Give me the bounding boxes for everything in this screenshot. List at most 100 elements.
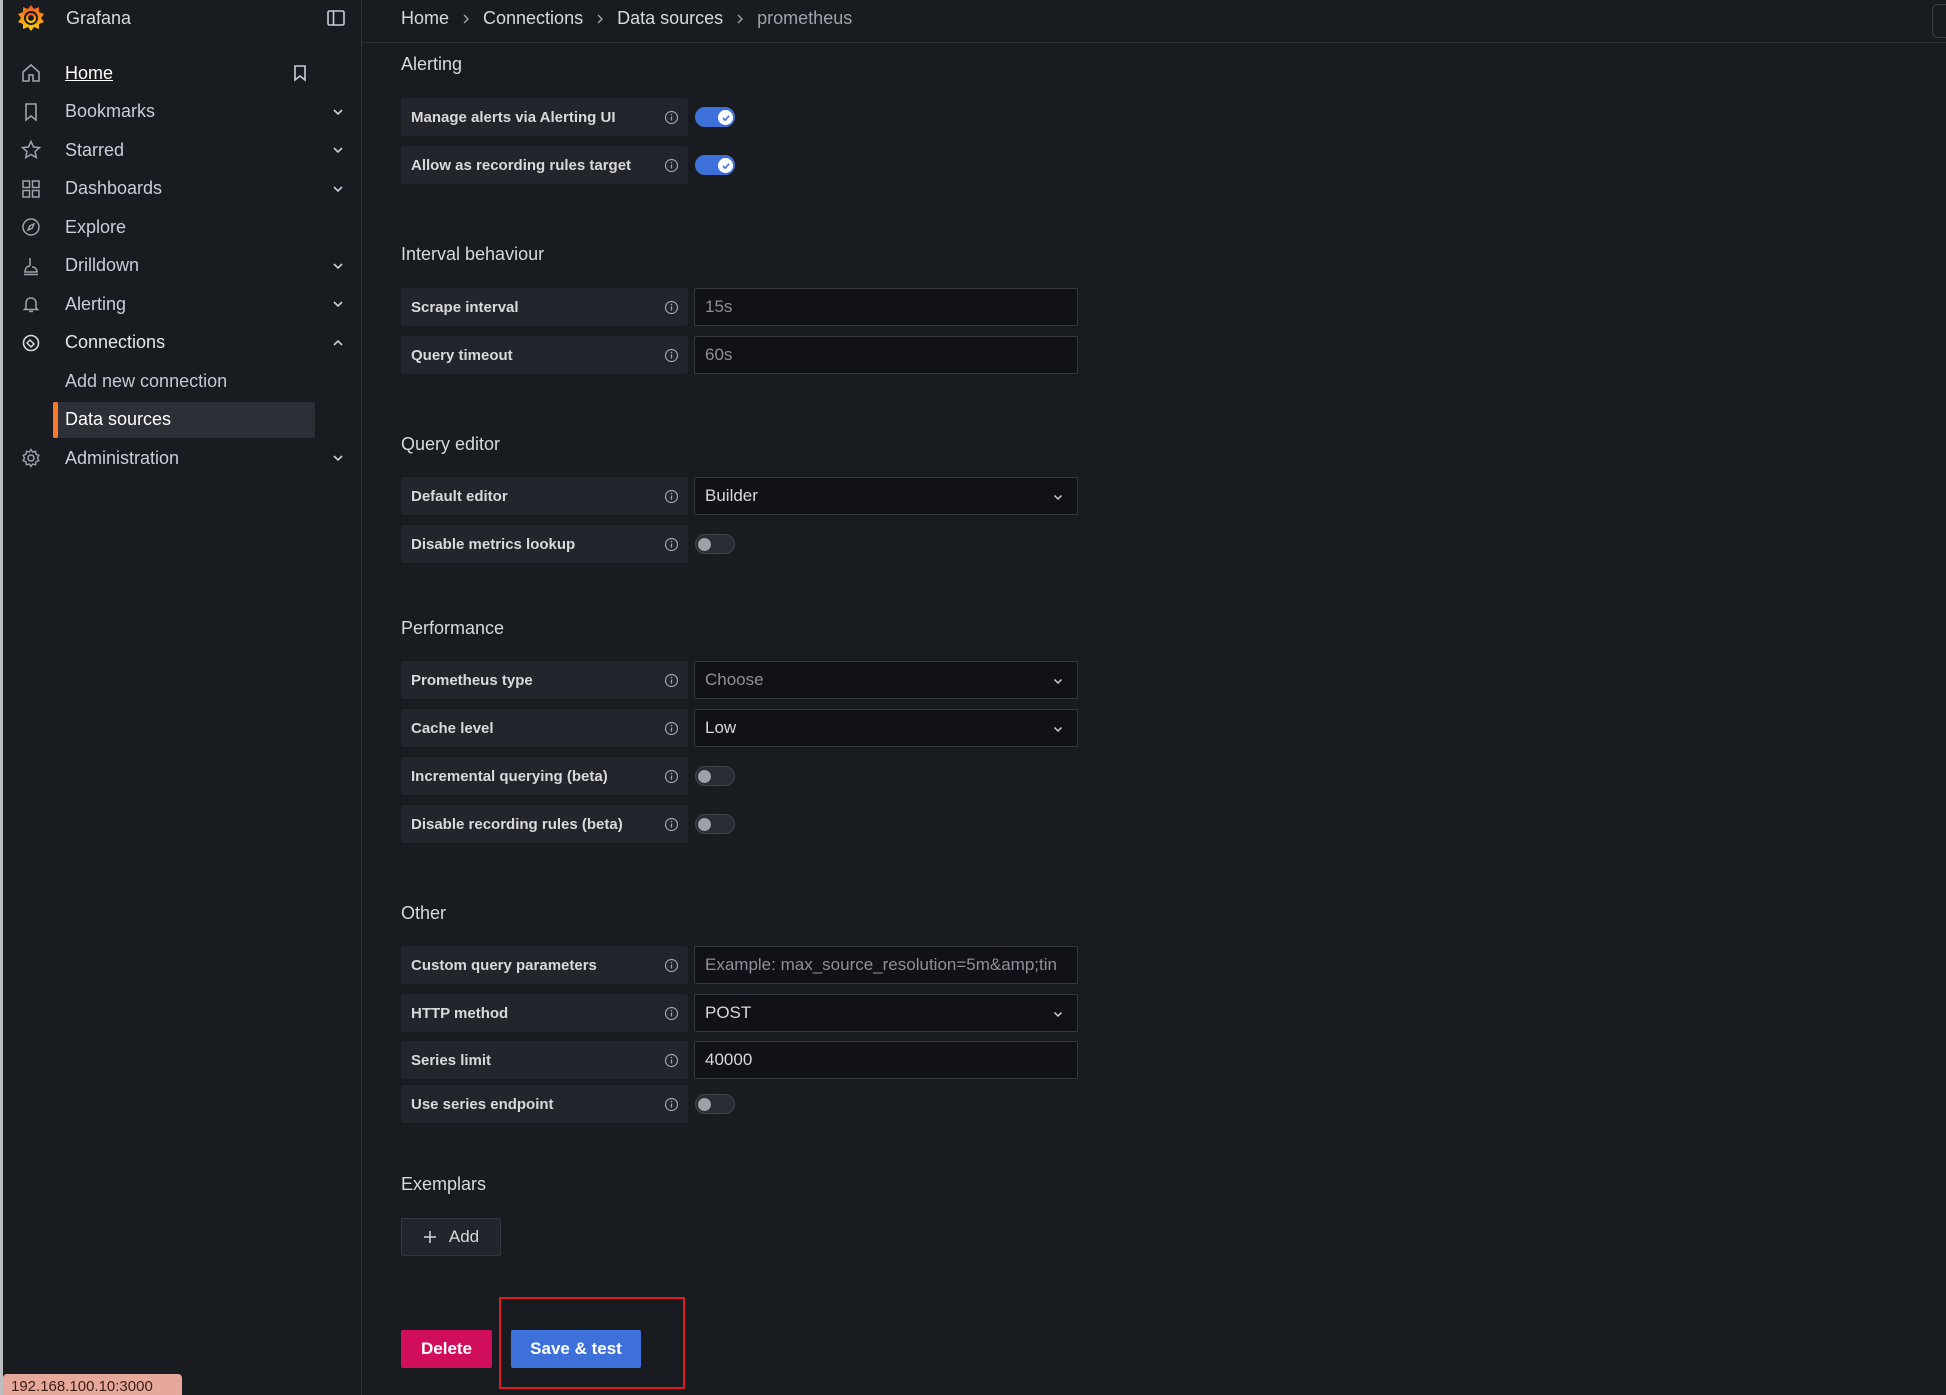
select-value: Builder <box>705 486 758 505</box>
delete-button[interactable]: Delete <box>401 1330 492 1368</box>
nav-item-starred[interactable]: Starred <box>0 131 362 170</box>
chevron-right-icon <box>597 14 604 23</box>
info-icon[interactable] <box>664 1097 679 1112</box>
info-icon[interactable] <box>664 958 679 973</box>
info-icon[interactable] <box>664 158 679 173</box>
dock-menu-icon[interactable] <box>326 8 346 28</box>
recording-rules-target-toggle[interactable] <box>695 155 735 175</box>
field-label: Cache level <box>401 709 688 747</box>
drilldown-icon <box>24 257 38 275</box>
nav-item-data-sources[interactable]: Data sources <box>0 401 362 440</box>
chevron-up-icon[interactable] <box>330 335 346 351</box>
disable-metrics-lookup-toggle[interactable] <box>695 534 735 554</box>
brand[interactable]: Grafana <box>16 0 131 36</box>
nav-label-connections: Connections <box>65 332 166 353</box>
field-label: Manage alerts via Alerting UI <box>401 98 688 136</box>
http-method-select[interactable]: POST <box>694 994 1078 1032</box>
chevron-down-icon <box>1053 726 1063 733</box>
chevron-down-icon[interactable] <box>330 104 346 120</box>
info-icon[interactable] <box>664 1053 679 1068</box>
breadcrumb-current: prometheus <box>757 8 853 28</box>
disable-recording-rules-toggle[interactable] <box>695 814 735 834</box>
check-icon <box>721 162 730 169</box>
custom-query-params-input[interactable]: Example: max_source_resolution=5m&amp;ti… <box>694 946 1078 984</box>
chevron-down-icon <box>1053 1011 1063 1018</box>
connections-icon <box>22 334 40 352</box>
toggle-knob <box>698 1098 711 1111</box>
section-title-performance: Performance <box>401 618 505 638</box>
chevron-right-icon <box>737 14 744 23</box>
select-value: POST <box>705 1003 752 1022</box>
grafana-logo-icon <box>18 5 44 31</box>
toggle-knob <box>698 770 711 783</box>
nav-label-data-sources: Data sources <box>65 409 172 430</box>
chevron-down-icon[interactable] <box>330 181 346 197</box>
chevron-down-icon <box>1053 678 1063 685</box>
nav-item-alerting[interactable]: Alerting <box>0 285 362 324</box>
info-icon[interactable] <box>664 769 679 784</box>
series-limit-input[interactable]: 40000 <box>694 1041 1078 1079</box>
chevron-down-icon[interactable] <box>330 142 346 158</box>
status-bar-url: 192.168.100.10:3000 <box>3 1374 182 1395</box>
select-value: Low <box>705 718 737 737</box>
info-icon[interactable] <box>664 489 679 504</box>
section-title-other: Other <box>401 903 447 923</box>
info-icon[interactable] <box>664 348 679 363</box>
cache-level-select[interactable]: Low <box>694 709 1078 747</box>
breadcrumb-data-sources[interactable]: Data sources <box>617 8 723 29</box>
nav-item-bookmarks[interactable]: Bookmarks <box>0 93 362 132</box>
incremental-querying-toggle[interactable] <box>695 766 735 786</box>
star-icon <box>20 139 42 160</box>
dashboards-grid-icon <box>22 180 40 198</box>
info-icon[interactable] <box>664 1006 679 1021</box>
bookmark-icon <box>25 102 37 122</box>
top-bar: Home Connections Data sources prometheus <box>362 0 1946 43</box>
breadcrumb: Home Connections Data sources prometheus <box>401 8 852 29</box>
chevron-down-icon[interactable] <box>330 296 346 312</box>
info-icon[interactable] <box>664 721 679 736</box>
breadcrumb-connections[interactable]: Connections <box>483 8 583 29</box>
nav-label-drilldown: Drilldown <box>65 255 140 276</box>
use-series-endpoint-toggle[interactable] <box>695 1094 735 1114</box>
info-icon[interactable] <box>664 300 679 315</box>
field-label: Custom query parameters <box>401 946 688 984</box>
field-label: Use series endpoint <box>401 1085 688 1123</box>
nav-label-starred: Starred <box>65 139 125 160</box>
info-icon[interactable] <box>664 673 679 688</box>
nav-item-home[interactable]: Home <box>0 54 362 93</box>
chevron-down-icon[interactable] <box>330 258 346 274</box>
nav-item-administration[interactable]: Administration <box>0 439 362 478</box>
info-icon[interactable] <box>664 110 679 125</box>
selected-indicator <box>53 401 58 438</box>
toggle-knob <box>698 818 711 831</box>
field-label: HTTP method <box>401 994 688 1032</box>
section-title-query-editor: Query editor <box>401 434 501 454</box>
nav-item-dashboards[interactable]: Dashboards <box>0 170 362 209</box>
nav-item-add-new-connection[interactable]: Add new connection <box>0 362 362 401</box>
breadcrumb-home[interactable]: Home <box>401 8 449 29</box>
add-exemplar-button[interactable]: Add <box>401 1218 501 1256</box>
toggle-knob <box>718 158 733 173</box>
query-timeout-input[interactable]: 60s <box>694 336 1078 374</box>
chevron-right-icon <box>463 14 470 23</box>
info-icon[interactable] <box>664 817 679 832</box>
highlight-annotation <box>499 1297 685 1389</box>
field-label: Default editor <box>401 477 688 515</box>
info-icon[interactable] <box>664 537 679 552</box>
nav-item-drilldown[interactable]: Drilldown <box>0 247 362 286</box>
nav-item-connections[interactable]: Connections <box>0 324 362 363</box>
scrape-interval-input[interactable]: 15s <box>694 288 1078 326</box>
select-placeholder: Choose <box>705 670 764 689</box>
section-title-interval: Interval behaviour <box>401 244 545 264</box>
manage-alerts-toggle[interactable] <box>695 107 735 127</box>
app-name: Grafana <box>66 7 132 28</box>
nav-label-bookmarks: Bookmarks <box>65 101 156 122</box>
top-right-button[interactable] <box>1932 4 1946 38</box>
default-editor-select[interactable]: Builder <box>694 477 1078 515</box>
bell-icon <box>22 297 40 313</box>
nav-item-explore[interactable]: Explore <box>0 208 362 247</box>
prometheus-type-select[interactable]: Choose <box>694 661 1078 699</box>
chevron-down-icon[interactable] <box>330 450 346 466</box>
nav-label-alerting: Alerting <box>65 293 127 314</box>
bookmark-icon[interactable] <box>290 63 310 83</box>
